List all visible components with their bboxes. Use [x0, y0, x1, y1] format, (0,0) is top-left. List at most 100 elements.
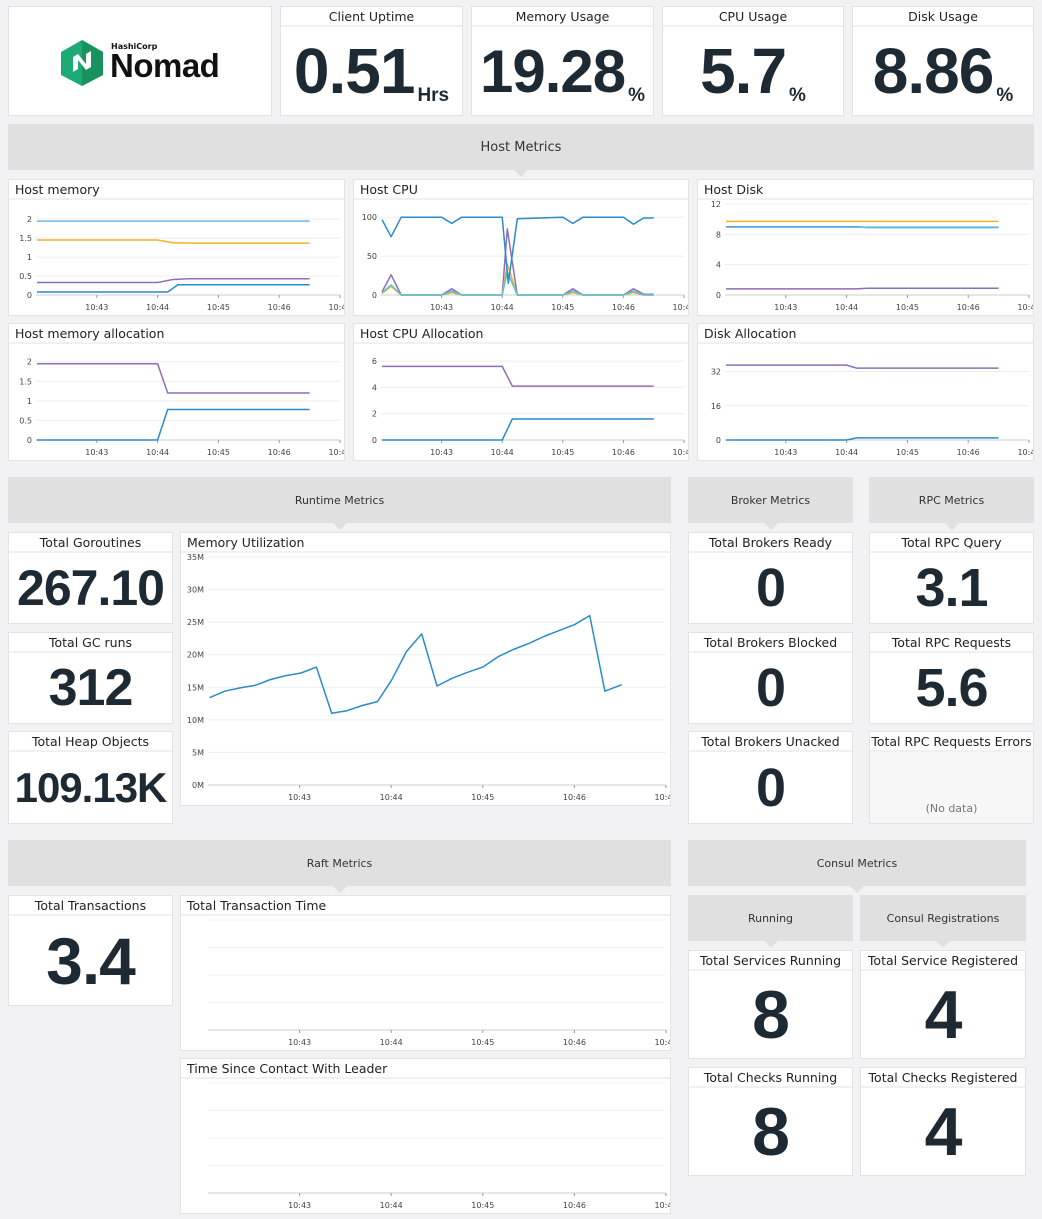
total-checks-running-widget[interactable]: Total Checks Running 8: [688, 1067, 853, 1176]
broker-metrics-group-header[interactable]: Broker Metrics: [688, 477, 853, 530]
x-tick-label: 10:46: [563, 1201, 586, 1210]
y-tick-label: 32: [711, 368, 721, 377]
x-tick-label: 10:45: [896, 303, 919, 312]
consul-registrations-group-header[interactable]: Consul Registrations: [860, 895, 1026, 948]
x-tick-label: 10:46: [612, 303, 635, 312]
rpc-metrics-group-header[interactable]: RPC Metrics: [869, 477, 1034, 530]
unit: %: [996, 85, 1014, 106]
total-rpc-requests-widget[interactable]: Total RPC Requests 5.6: [869, 632, 1034, 724]
total-checks-registered-widget[interactable]: Total Checks Registered 4: [860, 1067, 1026, 1176]
time-since-contact-with-leader-chart[interactable]: Time Since Contact With Leader 10:43 10:4…: [180, 1058, 671, 1214]
total-rpc-requests-errors-widget[interactable]: Total RPC Requests Errors (No data): [869, 731, 1034, 824]
series-line: [381, 263, 654, 296]
total-brokers-ready-widget[interactable]: Total Brokers Ready 0: [688, 532, 853, 624]
y-tick-label: 0: [27, 291, 32, 300]
unit: Hrs: [417, 85, 450, 106]
host-metrics-group-header[interactable]: Host Metrics: [8, 124, 1034, 177]
host-memory-allocation-chart[interactable]: Host memory allocation 0 0.5 1 1.5 2 10:43 10:…: [8, 323, 345, 461]
chart-svg: 0 0.5 1 1.5 2 10:43 10:44 10:45 10:46 10:47: [19, 358, 344, 457]
widget-title: Total RPC Requests Errors: [870, 732, 1033, 752]
chart-plot[interactable]: 0 50 100 10:43 10:44 10:45 10:46 10:47: [354, 200, 688, 315]
nomad-logo: HashiCorp Nomad: [59, 39, 220, 87]
host-memory-chart[interactable]: Host memory 0 0.5 1 1.5 2 10:43 10:44 10:45 10:4…: [8, 179, 345, 316]
chart-plot[interactable]: 0 2 4 6 10:43 10:44 10:45 10:46 10:47: [354, 344, 688, 460]
x-tick-label: 10:46: [563, 1038, 586, 1047]
disk-usage-widget[interactable]: Disk Usage 8.86%: [852, 6, 1034, 116]
y-tick-label: 0.5: [19, 416, 32, 425]
x-tick-label: 10:44: [835, 303, 858, 312]
total-rpc-query-widget[interactable]: Total RPC Query 3.1: [869, 532, 1034, 624]
y-tick-label: 4: [716, 261, 721, 270]
memory-usage-widget[interactable]: Memory Usage 19.28%: [471, 6, 654, 116]
total-brokers-blocked-widget[interactable]: Total Brokers Blocked 0: [688, 632, 853, 724]
chart-plot[interactable]: 0 16 32 10:43 10:44 10:45 10:46 10:47: [698, 344, 1033, 460]
total-gc-runs-widget[interactable]: Total GC runs 312: [8, 632, 173, 724]
runtime-metrics-group-header[interactable]: Runtime Metrics: [8, 477, 671, 530]
y-tick-label: 100: [362, 213, 377, 222]
series-line: [726, 364, 999, 369]
chart-title: Disk Allocation: [698, 324, 1033, 344]
x-tick-label: 10:44: [491, 448, 514, 457]
series-line: [37, 239, 310, 244]
x-tick-label: 10:47: [328, 448, 344, 457]
host-cpu-chart[interactable]: Host CPU 0 50 100 10:43 10:44 10:45 10:46 10:47: [353, 179, 689, 316]
widget-title: Client Uptime: [281, 7, 462, 27]
chart-plot[interactable]: 10:43 10:44 10:45 10:46 10:47: [181, 916, 670, 1050]
x-tick-label: 10:47: [654, 793, 670, 802]
y-tick-label: 2: [27, 358, 32, 367]
chart-plot[interactable]: 10:43 10:44 10:45 10:46 10:47: [181, 1079, 670, 1213]
y-tick-label: 10M: [187, 716, 204, 725]
chart-svg: 0 0.5 1 1.5 2 10:43 10:44 10:45 10:46 10:47: [19, 215, 344, 312]
chart-svg: 10:43 10:44 10:45 10:46 10:47: [208, 919, 670, 1047]
total-service-registered-widget[interactable]: Total Service Registered 4: [860, 950, 1026, 1059]
x-tick-label: 10:44: [835, 448, 858, 457]
client-uptime-widget[interactable]: Client Uptime 0.51 Hrs: [280, 6, 463, 116]
y-tick-label: 0: [716, 436, 721, 445]
widget-value: 0: [755, 757, 786, 818]
y-tick-label: 25M: [187, 618, 204, 627]
x-tick-label: 10:43: [430, 448, 453, 457]
widget-title: Total Brokers Unacked: [689, 732, 852, 752]
chart-title: Host Disk: [698, 180, 1033, 200]
total-services-running-widget[interactable]: Total Services Running 8: [688, 950, 853, 1059]
total-transaction-time-chart[interactable]: Total Transaction Time 10:43 10:44 10:45 10…: [180, 895, 671, 1051]
total-goroutines-widget[interactable]: Total Goroutines 267.10: [8, 532, 173, 624]
widget-title: Total RPC Requests: [870, 633, 1033, 653]
host-disk-chart[interactable]: Host Disk 0 4 8 12 10:43 10:44 10:45 10:46 10:47: [697, 179, 1034, 316]
widget-value: 267.10: [17, 560, 165, 616]
series-line: [37, 362, 310, 394]
y-tick-label: 5M: [192, 748, 204, 757]
x-tick-label: 10:45: [551, 448, 574, 457]
consul-metrics-group-header[interactable]: Consul Metrics: [688, 840, 1026, 893]
y-tick-label: 8: [716, 230, 721, 239]
memory-utilization-chart[interactable]: Memory Utilization 0M 5M 10M 15M 20M 25M 30M 35…: [180, 532, 671, 806]
y-tick-label: 35M: [187, 553, 204, 562]
chart-plot[interactable]: 0 0.5 1 1.5 2 10:43 10:44 10:45 10:46 10:47: [9, 344, 344, 460]
y-tick-label: 6: [372, 357, 377, 366]
total-transactions-widget[interactable]: Total Transactions 3.4: [8, 895, 173, 1006]
series-line: [209, 614, 622, 715]
widget-value: 19.28%: [472, 27, 653, 115]
x-tick-label: 10:43: [288, 1038, 311, 1047]
chart-title: Host CPU Allocation: [354, 324, 688, 344]
nomad-hexagon-icon: [61, 40, 103, 86]
host-cpu-allocation-chart[interactable]: Host CPU Allocation 0 2 4 6 10:43 10:44 10:45 1…: [353, 323, 689, 461]
chart-title: Total Transaction Time: [181, 896, 670, 916]
widget-value: 8: [752, 976, 790, 1053]
total-heap-objects-widget[interactable]: Total Heap Objects 109.13K: [8, 731, 173, 824]
disk-allocation-chart[interactable]: Disk Allocation 0 16 32 10:43 10:44 10:45 10:4…: [697, 323, 1034, 461]
chart-plot[interactable]: 0 4 8 12 10:43 10:44 10:45 10:46 10:47: [698, 200, 1033, 315]
chart-plot[interactable]: 0 0.5 1 1.5 2 10:43 10:44 10:45 10:46 10:47: [9, 200, 344, 315]
value: 5.7: [700, 35, 787, 107]
cpu-usage-widget[interactable]: CPU Usage 5.7%: [662, 6, 844, 116]
x-tick-label: 10:45: [896, 448, 919, 457]
widget-value: 109.13K: [14, 763, 168, 811]
widget-value: 4: [924, 1093, 963, 1170]
chart-plot[interactable]: 0M 5M 10M 15M 20M 25M 30M 35M 10:43 10:44 10:45 10:…: [181, 553, 670, 805]
running-group-header[interactable]: Running: [688, 895, 853, 948]
x-tick-label: 10:47: [654, 1201, 670, 1210]
y-tick-label: 4: [372, 383, 377, 392]
raft-metrics-group-header[interactable]: Raft Metrics: [8, 840, 671, 893]
total-brokers-unacked-widget[interactable]: Total Brokers Unacked 0: [688, 731, 853, 824]
series-line: [37, 284, 310, 293]
